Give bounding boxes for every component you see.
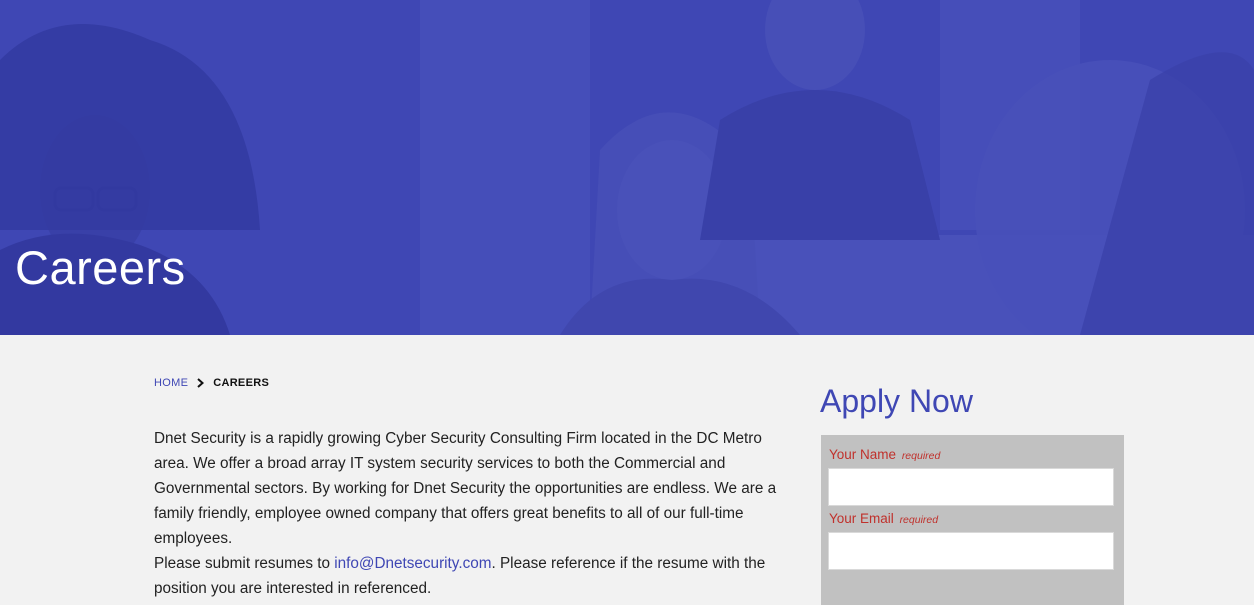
email-field[interactable] bbox=[828, 532, 1114, 570]
required-indicator: required bbox=[899, 514, 939, 526]
email-field-label: Your Email required bbox=[829, 511, 938, 526]
resume-paragraph: Please submit resumes to info@Dnetsecuri… bbox=[154, 551, 786, 601]
apply-form: Your Name required Your Email required bbox=[821, 435, 1124, 605]
breadcrumb-home-link[interactable]: HOME bbox=[154, 377, 188, 389]
apply-now-heading: Apply Now bbox=[820, 383, 973, 419]
resume-text-before: Please submit resumes to bbox=[154, 555, 335, 572]
name-label-text: Your Name bbox=[829, 447, 897, 462]
email-label-text: Your Email bbox=[829, 511, 894, 526]
email-link[interactable]: info@Dnetsecurity.com bbox=[334, 555, 491, 572]
breadcrumb: HOME CAREERS bbox=[154, 377, 269, 389]
name-field-label: Your Name required bbox=[829, 447, 940, 462]
intro-paragraph: Dnet Security is a rapidly growing Cyber… bbox=[154, 430, 777, 547]
breadcrumb-current: CAREERS bbox=[213, 377, 270, 389]
name-field[interactable] bbox=[828, 468, 1114, 506]
required-indicator: required bbox=[901, 450, 941, 462]
hero-background-image bbox=[0, 0, 1254, 335]
chevron-right-icon bbox=[197, 378, 205, 388]
hero-banner: Careers bbox=[0, 0, 1254, 335]
careers-content: Dnet Security is a rapidly growing Cyber… bbox=[154, 426, 786, 601]
page-title: Careers bbox=[15, 241, 186, 294]
